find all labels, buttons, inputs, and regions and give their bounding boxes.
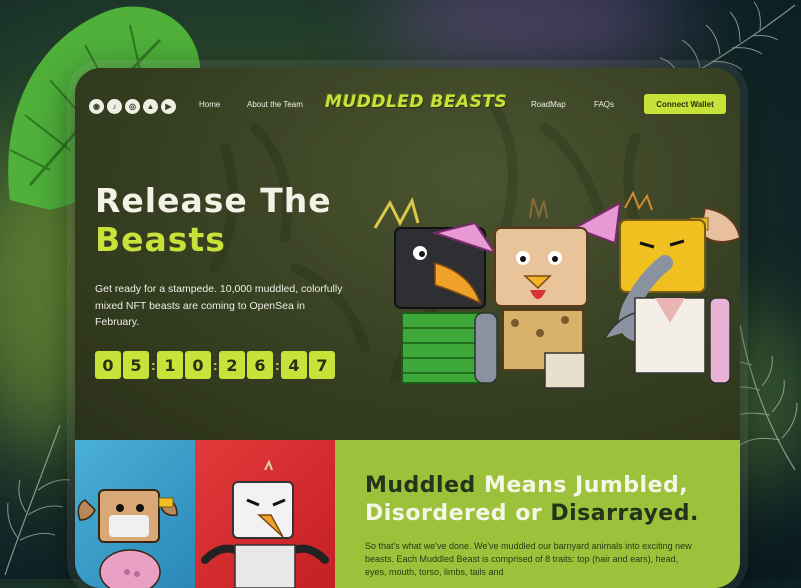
countdown-digit: 1 <box>157 351 183 379</box>
beasts-illustration <box>373 190 740 389</box>
nav-team-link[interactable]: About the Team <box>247 100 303 109</box>
countdown-digit: 6 <box>247 351 273 379</box>
about-text-panel: Muddled Means Jumbled, Disordered or Dis… <box>335 440 740 588</box>
countdown-digit: 7 <box>309 351 335 379</box>
countdown-separator: : <box>151 357 156 373</box>
elephant-beast-figure <box>604 190 740 384</box>
opensea-icon[interactable]: ▲ <box>143 98 158 114</box>
about-description: So that's what we've done. We've muddled… <box>365 541 692 577</box>
about-heading-word: Disordered or <box>365 501 543 526</box>
media-icon[interactable]: ▶ <box>161 98 176 114</box>
about-heading-word: Muddled <box>365 473 476 498</box>
countdown-digit: 2 <box>219 351 245 379</box>
connect-wallet-button[interactable]: Connect Wallet <box>644 94 726 114</box>
nav-home-link[interactable]: Home <box>199 100 220 109</box>
site-frame: ◉ ♪ ◎ ▲ ▶ Home About the Team MUDDLED BE… <box>75 68 740 588</box>
hero-title: Release The Beasts <box>95 181 332 259</box>
about-heading-word: Means Jumbled, <box>483 473 689 498</box>
fern-decoration <box>4 424 71 576</box>
nav-faqs-link[interactable]: FAQs <box>594 100 614 109</box>
instagram-icon[interactable]: ◎ <box>125 98 140 114</box>
countdown-digit: 0 <box>185 351 211 379</box>
countdown-digit: 4 <box>281 351 307 379</box>
twitter-icon[interactable]: ♪ <box>107 98 122 114</box>
beast-card-seagull <box>195 440 335 588</box>
discord-icon[interactable]: ◉ <box>89 98 104 114</box>
social-links: ◉ ♪ ◎ ▲ ▶ <box>89 98 176 114</box>
hero-title-line2: Beasts <box>95 220 226 259</box>
countdown-separator: : <box>213 357 218 373</box>
hero-description: Get ready for a stampede. 10,000 muddled… <box>95 283 343 328</box>
about-heading-word: Disarrayed. <box>550 501 699 526</box>
about-heading: Muddled Means Jumbled, Disordered or Dis… <box>365 472 699 528</box>
about-section: Muddled Means Jumbled, Disordered or Dis… <box>75 440 740 588</box>
nav-roadmap-link[interactable]: RoadMap <box>531 100 566 109</box>
countdown-digit: 5 <box>123 351 149 379</box>
beast-card-cow <box>75 440 195 588</box>
hero-title-line1: Release The <box>95 181 332 220</box>
countdown-separator: : <box>275 357 280 373</box>
countdown-digit: 0 <box>95 351 121 379</box>
top-nav: ◉ ♪ ◎ ▲ ▶ Home About the Team MUDDLED BE… <box>89 92 726 116</box>
countdown-timer: 0 5 : 1 0 : 2 6 : 4 7 <box>95 351 335 379</box>
site-logo[interactable]: MUDDLED BEASTS <box>325 92 507 112</box>
